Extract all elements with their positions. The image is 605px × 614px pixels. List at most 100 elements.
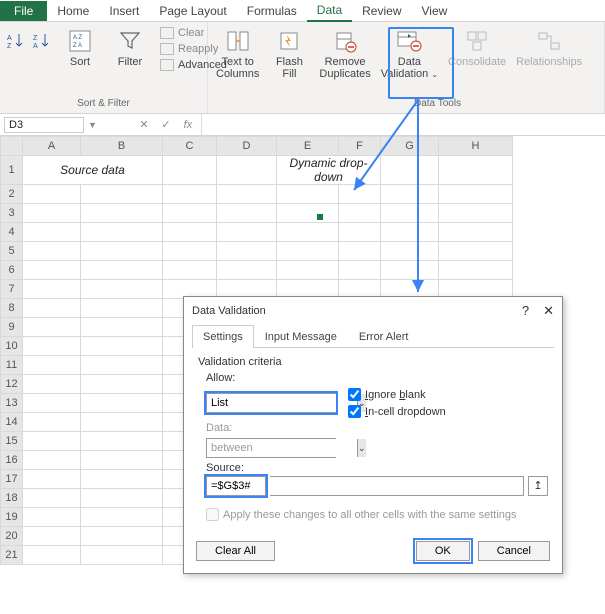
- cell[interactable]: [23, 451, 81, 470]
- cell[interactable]: [277, 223, 339, 242]
- col-header-F[interactable]: F: [339, 137, 381, 156]
- cell[interactable]: [339, 185, 381, 204]
- cell[interactable]: [23, 432, 81, 451]
- cell[interactable]: [339, 261, 381, 280]
- row-header[interactable]: 17: [1, 470, 23, 489]
- dialog-tab-error-alert[interactable]: Error Alert: [348, 325, 420, 348]
- clear-all-button[interactable]: Clear All: [196, 541, 275, 561]
- cell[interactable]: [81, 451, 163, 470]
- col-header-A[interactable]: A: [23, 137, 81, 156]
- tab-page-layout[interactable]: Page Layout: [149, 1, 236, 21]
- range-picker-icon[interactable]: ↥: [528, 476, 548, 496]
- tab-data[interactable]: Data: [307, 0, 352, 22]
- cell[interactable]: [23, 375, 81, 394]
- file-tab[interactable]: File: [0, 1, 47, 21]
- incell-dropdown-checkbox[interactable]: In-cell dropdown: [348, 405, 446, 418]
- cell[interactable]: [23, 280, 81, 299]
- name-box-dropdown-icon[interactable]: ▼: [88, 120, 97, 130]
- tab-formulas[interactable]: Formulas: [237, 1, 307, 21]
- sort-az-button[interactable]: AZ: [6, 26, 26, 56]
- cell[interactable]: [23, 185, 81, 204]
- cell[interactable]: [81, 356, 163, 375]
- flash-fill-button[interactable]: Flash Fill: [267, 26, 311, 82]
- row-header[interactable]: 18: [1, 489, 23, 508]
- cell[interactable]: [23, 508, 81, 527]
- cell[interactable]: [23, 223, 81, 242]
- cell[interactable]: [277, 185, 339, 204]
- cell[interactable]: [163, 261, 217, 280]
- cancel-formula-icon[interactable]: ✕: [135, 118, 153, 131]
- name-box[interactable]: D3: [4, 117, 84, 133]
- row-header[interactable]: 15: [1, 432, 23, 451]
- cell[interactable]: [439, 261, 513, 280]
- cell[interactable]: [81, 413, 163, 432]
- cell[interactable]: [81, 185, 163, 204]
- allow-value[interactable]: [207, 394, 357, 412]
- tab-view[interactable]: View: [412, 1, 458, 21]
- row-header[interactable]: 6: [1, 261, 23, 280]
- cell[interactable]: [23, 299, 81, 318]
- select-all-corner[interactable]: [1, 137, 23, 156]
- help-button[interactable]: ?: [522, 303, 529, 319]
- dialog-tab-settings[interactable]: Settings: [192, 325, 254, 348]
- cell[interactable]: [439, 204, 513, 223]
- fx-icon[interactable]: fx: [179, 119, 197, 131]
- col-header-C[interactable]: C: [163, 137, 217, 156]
- cell[interactable]: [81, 299, 163, 318]
- cell[interactable]: [81, 280, 163, 299]
- cell[interactable]: [217, 204, 277, 223]
- row-header[interactable]: 4: [1, 223, 23, 242]
- cell[interactable]: [439, 242, 513, 261]
- col-header-E[interactable]: E: [277, 137, 339, 156]
- remove-duplicates-button[interactable]: Remove Duplicates: [317, 26, 372, 82]
- ok-button[interactable]: OK: [416, 541, 470, 561]
- cell[interactable]: [23, 489, 81, 508]
- cell[interactable]: [81, 546, 163, 565]
- col-header-G[interactable]: G: [381, 137, 439, 156]
- cell[interactable]: [23, 337, 81, 356]
- dialog-tab-input-message[interactable]: Input Message: [254, 325, 348, 348]
- cell[interactable]: [81, 508, 163, 527]
- cell[interactable]: [163, 156, 217, 185]
- cell[interactable]: [23, 318, 81, 337]
- sort-za-button[interactable]: ZA: [32, 26, 52, 56]
- cancel-button[interactable]: Cancel: [478, 541, 550, 561]
- close-icon[interactable]: ✕: [543, 303, 554, 319]
- cell[interactable]: [163, 185, 217, 204]
- cell[interactable]: [339, 242, 381, 261]
- row-header[interactable]: 14: [1, 413, 23, 432]
- filter-button[interactable]: Filter: [108, 26, 152, 70]
- cell[interactable]: [163, 242, 217, 261]
- cell[interactable]: [23, 356, 81, 375]
- cell[interactable]: [217, 261, 277, 280]
- row-header[interactable]: 13: [1, 394, 23, 413]
- cell[interactable]: [381, 223, 439, 242]
- cell[interactable]: [81, 489, 163, 508]
- cell[interactable]: [277, 261, 339, 280]
- cell[interactable]: [217, 185, 277, 204]
- cell[interactable]: [381, 261, 439, 280]
- col-header-H[interactable]: H: [439, 137, 513, 156]
- sort-button[interactable]: A ZZ A Sort: [58, 26, 102, 70]
- cell[interactable]: [23, 546, 81, 565]
- cell[interactable]: [163, 223, 217, 242]
- cell[interactable]: [439, 223, 513, 242]
- row-header[interactable]: 7: [1, 280, 23, 299]
- row-header[interactable]: 9: [1, 318, 23, 337]
- cell[interactable]: [277, 242, 339, 261]
- row-header[interactable]: 5: [1, 242, 23, 261]
- col-header-D[interactable]: D: [217, 137, 277, 156]
- cell[interactable]: [23, 204, 81, 223]
- cell[interactable]: [23, 394, 81, 413]
- cell[interactable]: [217, 156, 277, 185]
- tab-insert[interactable]: Insert: [99, 1, 149, 21]
- cell[interactable]: [23, 242, 81, 261]
- cell[interactable]: [81, 470, 163, 489]
- cell[interactable]: [23, 527, 81, 546]
- relationships-button[interactable]: Relationships: [514, 26, 584, 70]
- row-header[interactable]: 2: [1, 185, 23, 204]
- consolidate-button[interactable]: Consolidate: [446, 26, 508, 70]
- cell[interactable]: Dynamic drop-down: [277, 156, 381, 185]
- ignore-blank-checkbox[interactable]: Ignore blank: [348, 388, 446, 401]
- source-input-ext[interactable]: [270, 476, 524, 496]
